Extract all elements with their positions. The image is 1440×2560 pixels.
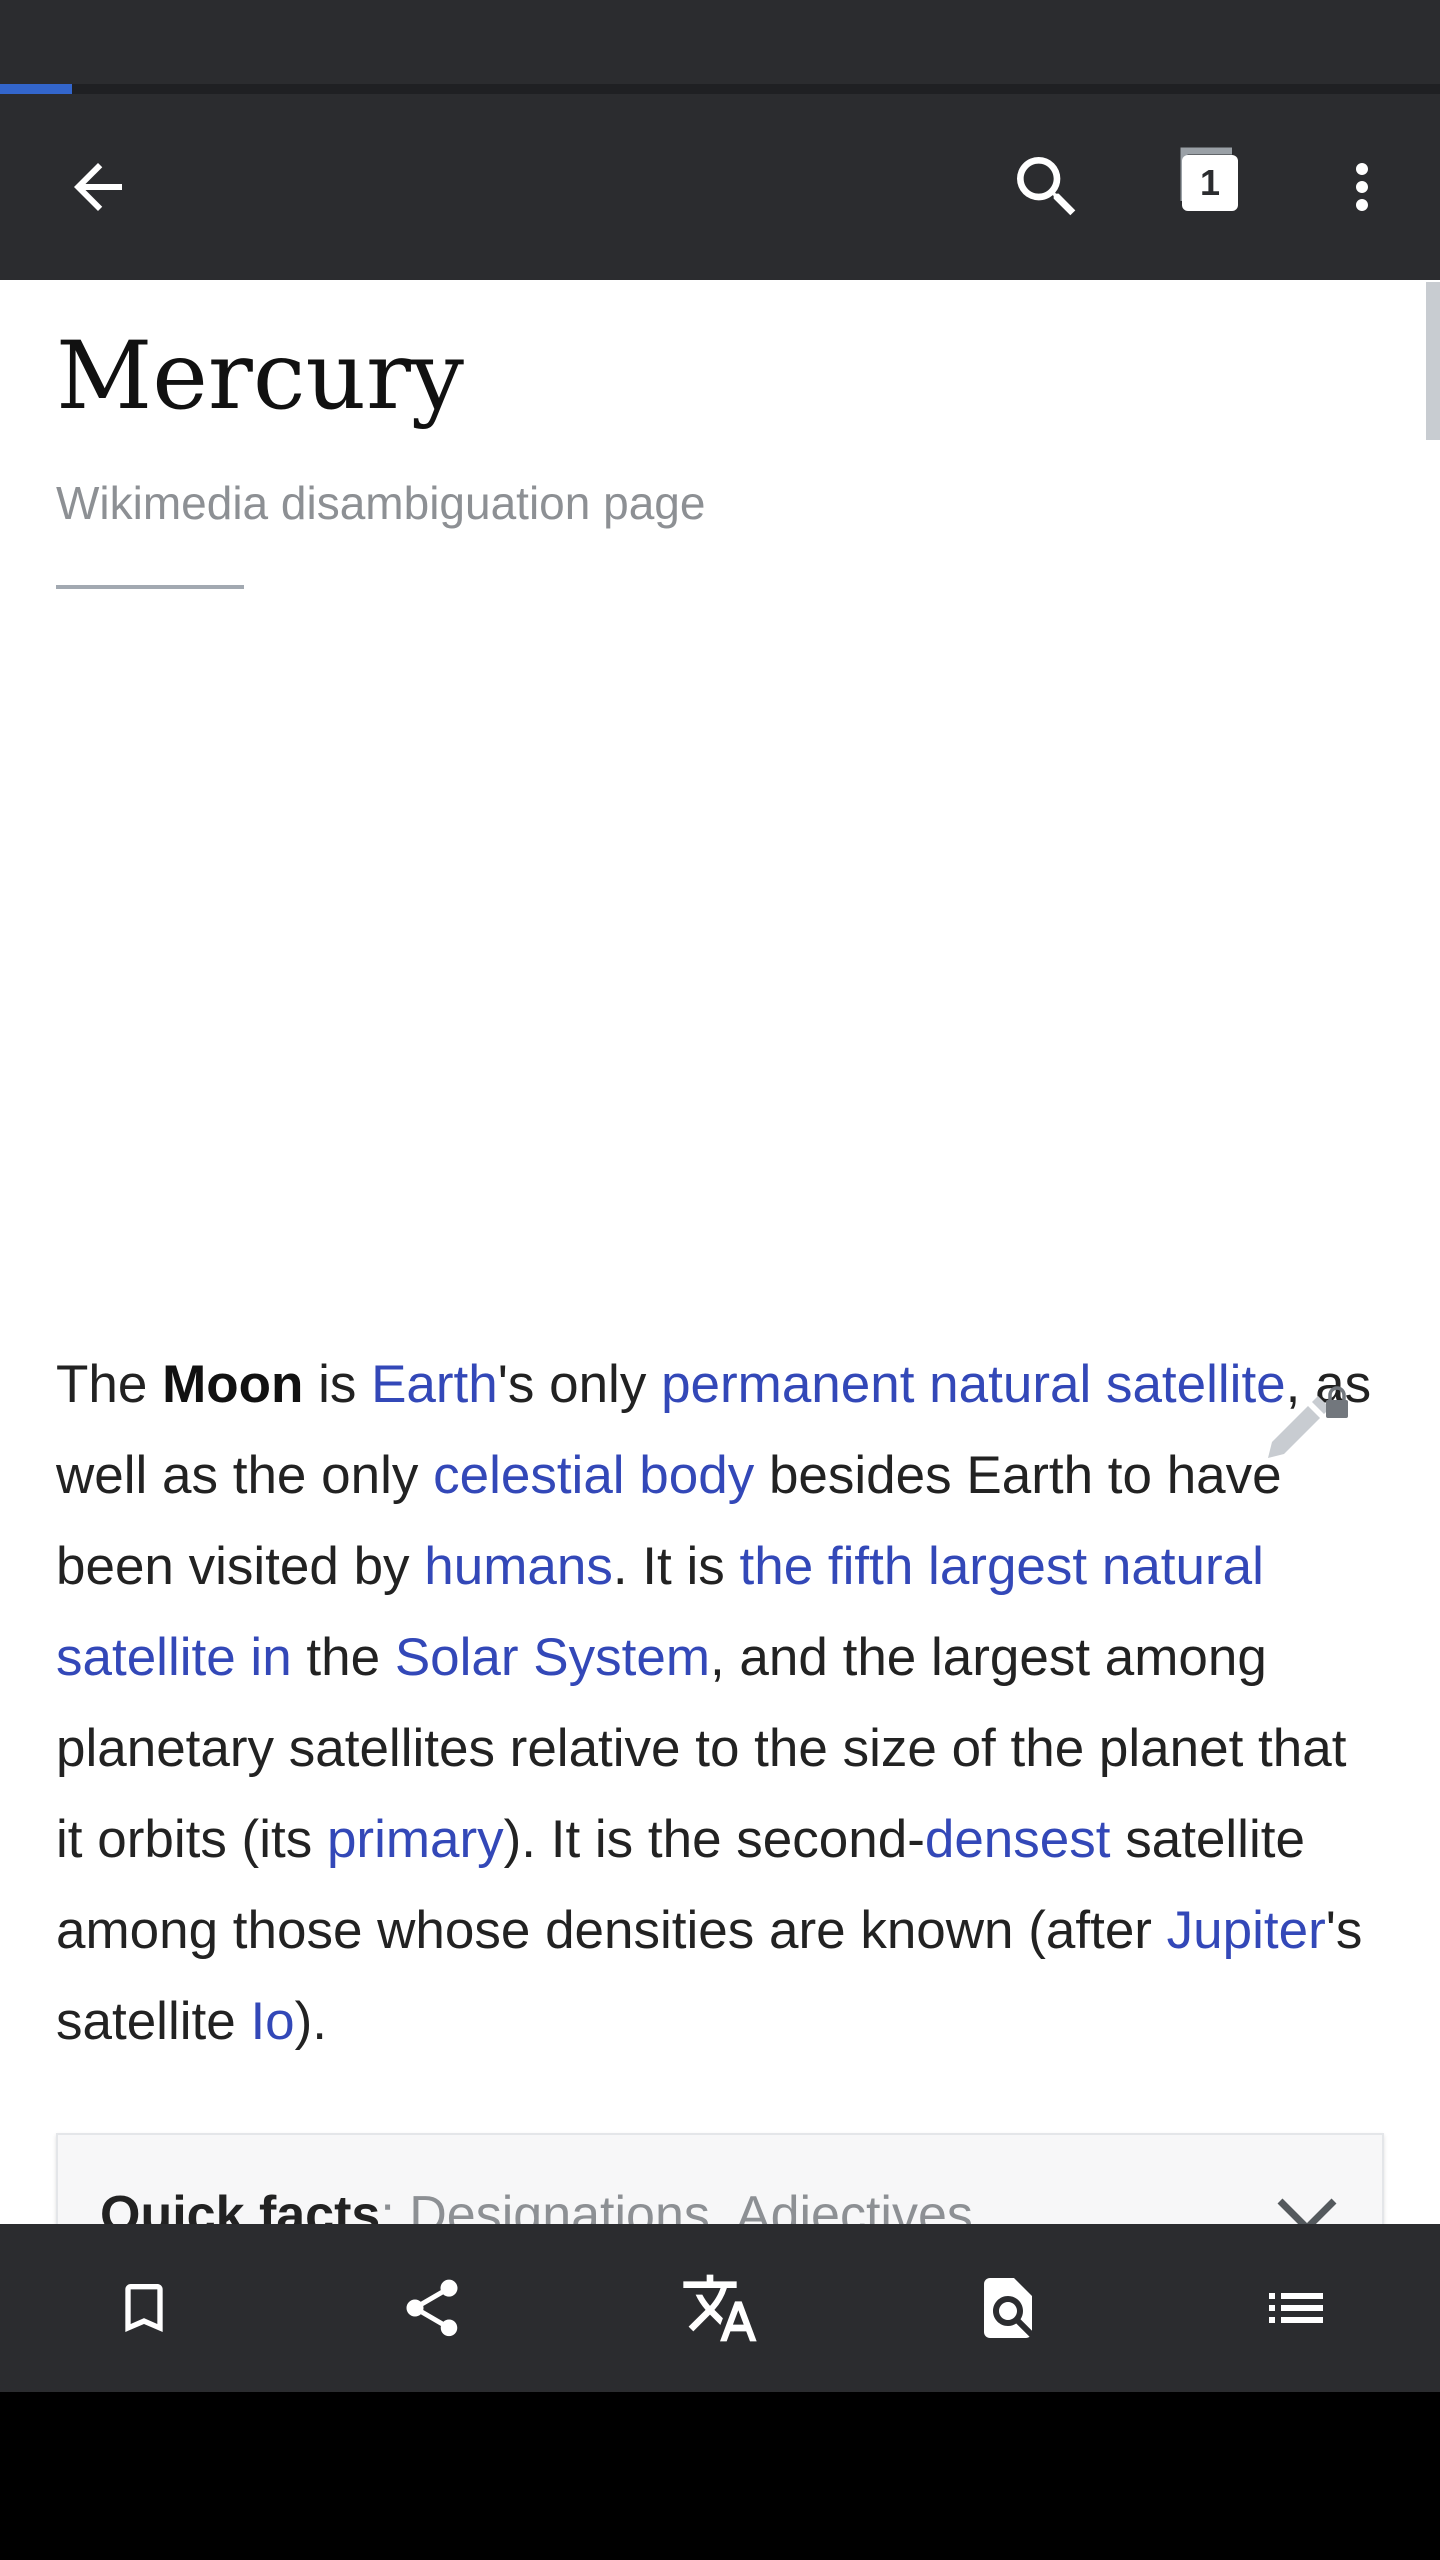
page-description: Wikimedia disambiguation page [56, 477, 706, 529]
tabs-count-badge: 1 [1182, 155, 1238, 211]
share-button[interactable] [362, 2238, 502, 2378]
bottom-action-bar [0, 2224, 1440, 2392]
change-language-button[interactable] [650, 2238, 790, 2378]
paragraph-text: The [56, 1355, 163, 1414]
paragraph-text: ). [294, 1992, 328, 2051]
paragraph-text: ). It is the second- [503, 1810, 925, 1869]
contents-icon [1269, 2293, 1323, 2323]
search-button[interactable] [987, 127, 1107, 247]
top-toolbar: 1 [0, 94, 1440, 280]
bold-term-moon: Moon [162, 1355, 304, 1414]
table-of-contents-button[interactable] [1226, 2238, 1366, 2378]
scrollbar-thumb[interactable] [1426, 282, 1440, 440]
arrow-left-icon [74, 163, 122, 211]
chevron-down-icon[interactable] [1272, 2183, 1342, 2224]
lead-paragraph: The Moon is Earth's only permanent natur… [56, 1339, 1376, 2067]
quick-facts-card[interactable]: Quick facts: Designations, Adjectives [56, 2133, 1384, 2224]
link-jupiter[interactable]: Jupiter [1167, 1901, 1326, 1960]
status-bar [0, 0, 1440, 84]
paragraph-text: the [291, 1628, 395, 1687]
page-load-progress [0, 84, 1440, 94]
back-button[interactable] [38, 127, 158, 247]
paragraph-text: is [303, 1355, 372, 1414]
link-earth[interactable]: Earth [371, 1355, 498, 1414]
link-io[interactable]: Io [250, 1992, 294, 2051]
edit-protected-button[interactable] [1262, 1386, 1352, 1466]
link-primary[interactable]: primary [327, 1810, 504, 1869]
quick-facts-items: Designations, Adjectives [409, 2186, 973, 2224]
link-solar-system[interactable]: Solar System [395, 1628, 710, 1687]
find-in-page-button[interactable] [938, 2238, 1078, 2378]
overflow-menu-button[interactable] [1302, 127, 1422, 247]
edit-lock-icon [1268, 1386, 1348, 1458]
link-humans[interactable]: humans [424, 1537, 613, 1596]
search-icon [1017, 157, 1076, 216]
translate-icon [683, 2274, 757, 2342]
quick-facts-label: Quick facts [100, 2186, 381, 2224]
system-navigation-bar [0, 2392, 1440, 2560]
quick-facts-summary: Quick facts: Designations, Adjectives [100, 2185, 973, 2224]
page-title: Mercury [56, 322, 465, 431]
tabs-button[interactable]: 1 [1154, 127, 1274, 247]
title-divider [56, 585, 244, 589]
paragraph-text: . It is [612, 1537, 740, 1596]
bookmark-icon [125, 2284, 163, 2332]
save-bookmark-button[interactable] [74, 2238, 214, 2378]
paragraph-text: 's only [497, 1355, 662, 1414]
article-content[interactable]: Mercury Wikimedia disambiguation page Th… [0, 280, 1440, 2224]
link-densest[interactable]: densest [925, 1810, 1111, 1869]
link-celestial-body[interactable]: celestial body [433, 1446, 754, 1505]
link-permanent-natural-satellite[interactable]: permanent natural satellite [661, 1355, 1286, 1414]
more-vert-icon [1356, 163, 1368, 211]
share-icon [406, 2279, 458, 2337]
page-load-progress-fill [0, 84, 72, 94]
quick-facts-separator: : [380, 2186, 410, 2224]
find-in-page-icon [984, 2278, 1032, 2338]
